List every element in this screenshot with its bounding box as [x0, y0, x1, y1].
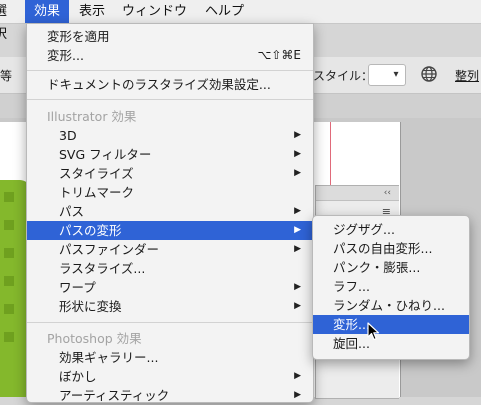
submenu-item-zigzag[interactable]: ジグザグ... [313, 220, 469, 239]
menu-separator [27, 99, 313, 100]
menu-item-path[interactable]: パス ▶ [27, 202, 313, 221]
menu-item-last-effect[interactable]: 変形... ⌥⇧⌘E [27, 46, 313, 65]
menu-item-stylize[interactable]: スタイライズ ▶ [27, 164, 313, 183]
chevron-down-icon[interactable]: ▾ [387, 64, 406, 86]
menu-item-rasterize-settings[interactable]: ドキュメントのラスタライズ効果設定... [27, 75, 313, 94]
menu-item-label: 変形... [333, 317, 370, 332]
menu-separator [27, 70, 313, 71]
menu-item-label: ラフ... [333, 279, 370, 294]
menu-item-3d[interactable]: 3D ▶ [27, 126, 313, 145]
submenu-item-tweak[interactable]: ランダム・ひねり... [313, 296, 469, 315]
menu-item-svg-filter[interactable]: SVG フィルター ▶ [27, 145, 313, 164]
chevron-right-icon: ▶ [294, 390, 301, 400]
menu-item-label: 効果ギャラリー... [59, 350, 159, 365]
menu-separator [27, 322, 313, 323]
submenu-item-twist[interactable]: 旋回... [313, 334, 469, 353]
menu-item-convert-to-shape[interactable]: 形状に変換 ▶ [27, 297, 313, 316]
menu-item-label: 形状に変換 [59, 299, 122, 314]
menu-heading-photoshop: Photoshop 効果 [27, 329, 313, 348]
submenu-item-roughen[interactable]: ラフ... [313, 277, 469, 296]
menu-item-label: SVG フィルター [59, 147, 152, 162]
menu-item-label: パンク・膨張... [333, 260, 421, 275]
chevron-right-icon: ▶ [294, 301, 301, 311]
menu-item-distort-transform[interactable]: パスの変形 ▶ [27, 221, 313, 240]
menu-heading-label: Illustrator 効果 [47, 109, 137, 124]
align-link[interactable]: 整列 [455, 67, 479, 84]
collapse-icon[interactable]: ‹‹ [384, 186, 391, 200]
menu-item-pathfinder[interactable]: パスファインダー ▶ [27, 240, 313, 259]
menu-item-label: 旋回... [333, 336, 370, 351]
globe-icon[interactable] [421, 66, 437, 82]
submenu-item-transform[interactable]: 変形... [313, 315, 469, 334]
chevron-right-icon: ▶ [294, 282, 301, 292]
menu-item-label: 変形... [47, 48, 84, 63]
panel-header: ‹‹ [316, 186, 399, 201]
submenu-item-pucker-bloat[interactable]: パンク・膨張... [313, 258, 469, 277]
menu-item-label: アーティスティック [59, 388, 170, 403]
menu-item-label: パスの自由変形... [333, 241, 433, 256]
artwork-notch [4, 248, 14, 258]
menubar-item-select[interactable]: 選択 [0, 0, 18, 42]
menu-item-label: パス [59, 204, 85, 219]
menu-item-rasterize[interactable]: ラスタライズ... [27, 259, 313, 278]
menubar-item-window[interactable]: ウィンドウ [122, 0, 192, 23]
menubar-item-view[interactable]: 表示 [79, 0, 113, 23]
distort-transform-submenu: ジグザグ... パスの自由変形... パンク・膨張... ラフ... ランダム・… [312, 215, 470, 360]
toolbar-left-text: 等 [0, 69, 13, 83]
chevron-right-icon: ▶ [294, 244, 301, 254]
effect-menu: 変形を適用 変形... ⌥⇧⌘E ドキュメントのラスタライズ効果設定... Il… [26, 23, 314, 403]
menu-heading-illustrator: Illustrator 効果 [27, 107, 313, 126]
artwork-notch [4, 332, 14, 342]
menubar-item-effect[interactable]: 効果 [25, 0, 69, 23]
menu-item-trim-marks[interactable]: トリムマーク [27, 183, 313, 202]
chevron-right-icon: ▶ [294, 168, 301, 178]
menu-item-artistic[interactable]: アーティスティック ▶ [27, 386, 313, 405]
menu-heading-label: Photoshop 効果 [47, 331, 142, 346]
shortcut-label: ⌥⇧⌘E [257, 48, 301, 62]
menu-item-label: ワープ [59, 280, 96, 295]
chevron-right-icon: ▶ [294, 225, 301, 235]
menu-item-warp[interactable]: ワープ ▶ [27, 278, 313, 297]
menubar-item-help[interactable]: ヘルプ [205, 0, 265, 23]
menu-item-label: ドキュメントのラスタライズ効果設定... [47, 77, 271, 92]
chevron-right-icon: ▶ [294, 371, 301, 381]
menu-item-label: ランダム・ひねり... [333, 298, 445, 313]
menu-item-label: パスファインダー [59, 242, 160, 257]
style-swatch[interactable] [368, 64, 388, 86]
menu-item-apply-last[interactable]: 変形を適用 [27, 27, 313, 46]
menu-item-label: ジグザグ... [333, 222, 395, 237]
chevron-right-icon: ▶ [294, 130, 301, 140]
chevron-right-icon: ▶ [294, 206, 301, 216]
menu-item-label: ラスタライズ... [59, 261, 146, 276]
chevron-right-icon: ▶ [294, 149, 301, 159]
submenu-item-free-distort[interactable]: パスの自由変形... [313, 239, 469, 258]
artwork-notch [4, 276, 14, 286]
menu-item-label: 3D [59, 128, 77, 143]
menu-item-label: 変形を適用 [47, 29, 110, 44]
menu-item-blur[interactable]: ぼかし ▶ [27, 367, 313, 386]
menu-item-label: スタイライズ [59, 166, 134, 181]
menu-item-label: ぼかし [59, 369, 97, 384]
menu-bar: 選択 効果 表示 ウィンドウ ヘルプ [0, 0, 481, 42]
pointer-cursor-icon [367, 322, 380, 341]
menu-item-label: トリムマーク [59, 185, 135, 200]
artwork-notch [4, 304, 14, 314]
artwork-notch [4, 220, 14, 230]
style-label: スタイル： [313, 69, 374, 83]
menu-item-label: パスの変形 [59, 223, 122, 238]
menu-item-effect-gallery[interactable]: 効果ギャラリー... [27, 348, 313, 367]
artwork-notch [4, 192, 14, 202]
